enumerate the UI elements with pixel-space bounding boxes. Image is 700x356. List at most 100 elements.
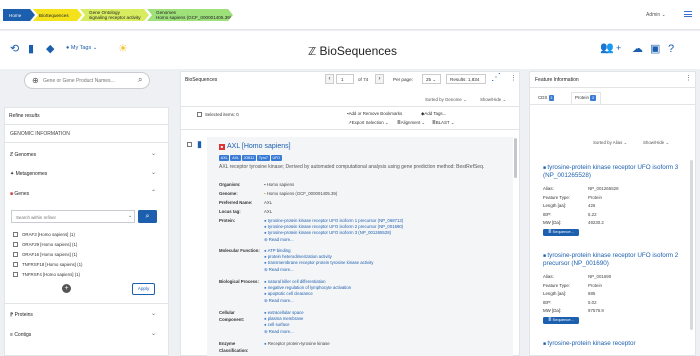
refiner-metagenomes[interactable]: ✦ Metagenomes — [10, 171, 47, 177]
add-more-icon[interactable]: + — [62, 284, 71, 293]
refiner-proteins[interactable]: ⁋ Proteins — [10, 312, 33, 318]
refiner-search-field[interactable]: ⌄ — [11, 210, 135, 223]
my-tags-dropdown[interactable]: ● My Tags ⌄ — [66, 45, 97, 51]
alias-badge[interactable]: UFO — [270, 155, 282, 161]
list-item[interactable]: ● plasma membrane — [264, 316, 303, 321]
results-scrollbar[interactable] — [514, 138, 517, 178]
list-item[interactable]: ● tyrosine-protein kinase receptor UFO i… — [264, 224, 403, 229]
users-icon[interactable]: 👥 — [600, 43, 614, 54]
refiner-genes[interactable]: ■ Genes — [10, 191, 29, 197]
sequence-button[interactable]: ≣ Sequence... — [543, 229, 579, 236]
export-button[interactable]: ↗Export Selection ⌄ — [348, 120, 389, 126]
list-item[interactable]: ● negative regulation of lymphocyte acti… — [264, 285, 351, 290]
feature-show-hide-dropdown[interactable]: Show/Hide ⌄ — [643, 140, 669, 146]
add-tags-button[interactable]: ◆Add Tags... — [421, 111, 446, 117]
gene-item-label[interactable]: TNFRSF18 [Homo sapiens] (1) — [22, 262, 83, 267]
plus-circle-icon[interactable]: ⊕ — [32, 76, 39, 85]
per-page-select[interactable]: 25 ⌄ — [422, 74, 441, 84]
share-icon[interactable]: ⋰ — [491, 72, 501, 83]
read-more-link[interactable]: ⊕ Read more... — [264, 267, 294, 273]
enzyme-value[interactable]: ● Receptor protein-tyrosine kinase — [264, 341, 330, 346]
read-more-link[interactable]: ⊕ Read more... — [264, 329, 294, 335]
list-item[interactable]: ● ATP binding — [264, 248, 291, 253]
list-item[interactable]: ● protein heterodimerization activity — [264, 254, 332, 259]
upload-icon[interactable]: ☁ — [632, 44, 643, 55]
tab-cds[interactable]: CDS 3 — [538, 95, 555, 101]
tag-icon[interactable]: ◆ — [46, 44, 54, 55]
alignment-button[interactable]: ≣Alignment ⌄ — [397, 120, 425, 126]
list-item[interactable]: ● natural killer cell differentiation — [264, 279, 326, 284]
gene-item-label[interactable]: ORAF16 [Homo sapiens] (1) — [22, 252, 77, 257]
list-item[interactable]: ● transmembrane receptor protein tyrosin… — [264, 260, 373, 265]
feature-sort-dropdown[interactable]: Sorted by Alias ⌄ — [593, 140, 627, 146]
genome-label: Genome: — [219, 191, 238, 196]
blast-button[interactable]: ≣BLAST ⌄ — [432, 120, 454, 126]
record-title[interactable]: AXL [Homo sapiens] — [227, 143, 291, 150]
bookmark-icon[interactable]: ▮ — [28, 44, 34, 55]
admin-menu[interactable]: Admin ⌄ — [646, 12, 666, 18]
gene-item-checkbox[interactable] — [13, 262, 18, 267]
list-item[interactable]: ● extracellular space — [264, 310, 304, 315]
breadcrumb-biosequences[interactable]: BioSequences — [33, 9, 82, 21]
read-more-link[interactable]: ⊕ Read more... — [264, 237, 294, 243]
chevron-down-icon[interactable]: ⌄ — [151, 330, 156, 337]
refiner-search-button[interactable]: ⌕ — [138, 210, 157, 223]
feature-card-title[interactable]: ■ tyrosine-protein kinase receptor UFO i… — [543, 164, 683, 180]
feature-scrollbar[interactable] — [690, 160, 693, 330]
select-all-checkbox[interactable] — [197, 112, 202, 117]
show-hide-dropdown[interactable]: Show/Hide ⌄ — [480, 97, 506, 103]
list-item[interactable]: ● cell surface — [264, 322, 290, 327]
sequence-button[interactable]: ≣ Sequence... — [543, 317, 579, 324]
chevron-down-icon[interactable]: ⌄ — [151, 310, 156, 317]
gene-search-input[interactable] — [43, 76, 135, 86]
search-icon[interactable]: ⌕ — [138, 75, 142, 85]
organism-value[interactable]: ▪ Homo sapiens — [264, 182, 294, 187]
sort-dropdown[interactable]: Sorted by Genome ⌄ — [425, 97, 467, 103]
bookmarks-button[interactable]: ▪Add or Remove Bookmarks — [347, 111, 402, 116]
sequence-button-label: Sequence... — [552, 229, 574, 234]
bookmark-icon[interactable]: ▮ — [197, 139, 202, 150]
plus-icon[interactable]: + — [616, 43, 621, 54]
feature-card-title[interactable]: ■ tyrosine-protein kinase receptor UFO i… — [543, 252, 683, 268]
gene-item-label[interactable]: TNFRSF4 [Homo sapiens] (1) — [22, 272, 80, 277]
gene-item-checkbox[interactable] — [13, 272, 18, 277]
history-icon[interactable]: ⟲ — [10, 44, 19, 55]
gene-item-checkbox[interactable] — [13, 242, 18, 247]
chevron-down-icon[interactable]: ⌄ — [151, 169, 156, 176]
hamburger-menu-icon[interactable] — [684, 11, 692, 19]
refiner-contigs[interactable]: ≡ Contigs — [10, 332, 31, 338]
refiner-search-input[interactable] — [16, 213, 116, 221]
gene-item-checkbox[interactable] — [13, 252, 18, 257]
chevron-up-icon[interactable]: ⌃ — [151, 189, 156, 196]
more-options-icon[interactable]: ⋮ — [685, 74, 692, 82]
prev-page-button[interactable]: ‹ — [325, 74, 334, 84]
breadcrumb-gene-ontology[interactable]: Gene Ontology signaling receptor activity — [80, 9, 149, 21]
refiner-genomes[interactable]: Ƶ Genomes — [10, 152, 36, 158]
gene-item-label[interactable]: ORAF29 [Homo sapiens] (1) — [22, 242, 77, 247]
more-options-icon[interactable]: ⋮ — [510, 74, 517, 82]
chevron-down-icon[interactable]: ⌄ — [151, 150, 156, 157]
page-input[interactable]: 1 — [336, 74, 354, 84]
next-page-button[interactable]: › — [375, 74, 384, 84]
record-checkbox[interactable] — [187, 142, 192, 147]
gene-item-checkbox[interactable] — [13, 232, 18, 237]
alias-badge[interactable]: Tyro7 — [257, 155, 270, 161]
help-icon[interactable]: ? — [668, 44, 674, 55]
lightbulb-icon[interactable]: ☀ — [118, 44, 128, 55]
breadcrumb-home[interactable]: Home — [3, 9, 35, 21]
gene-search-box[interactable]: ⊕ ⌕ — [24, 72, 150, 89]
alias-badge[interactable]: AXL — [230, 155, 241, 161]
alias-badge[interactable]: AXL — [219, 155, 230, 161]
save-icon[interactable]: ▣ — [650, 44, 660, 55]
list-item[interactable]: ● apoptotic cell clearance — [264, 291, 313, 296]
chevron-down-icon[interactable]: ⌄ — [128, 213, 132, 219]
breadcrumb-genomes[interactable]: Genomes Homo sapiens (GCF_000001405.39) — [147, 9, 233, 21]
alias-badge[interactable]: JOB11 — [241, 155, 257, 161]
read-more-link[interactable]: ⊕ Read more... — [264, 298, 294, 304]
list-item[interactable]: ● tyrosine-protein kinase receptor UFO i… — [264, 218, 403, 223]
apply-button[interactable]: Apply — [132, 283, 155, 295]
genome-value[interactable]: ▪ Homo sapiens (GCF_000001405.39) — [264, 191, 337, 196]
gene-item-label[interactable]: ORAF3 [Homo sapiens] (1) — [22, 232, 75, 237]
feature-card-title[interactable]: ■ tyrosine-protein kinase receptor — [543, 340, 683, 348]
list-item[interactable]: ● tyrosine-protein kinase receptor UFO i… — [264, 230, 391, 235]
